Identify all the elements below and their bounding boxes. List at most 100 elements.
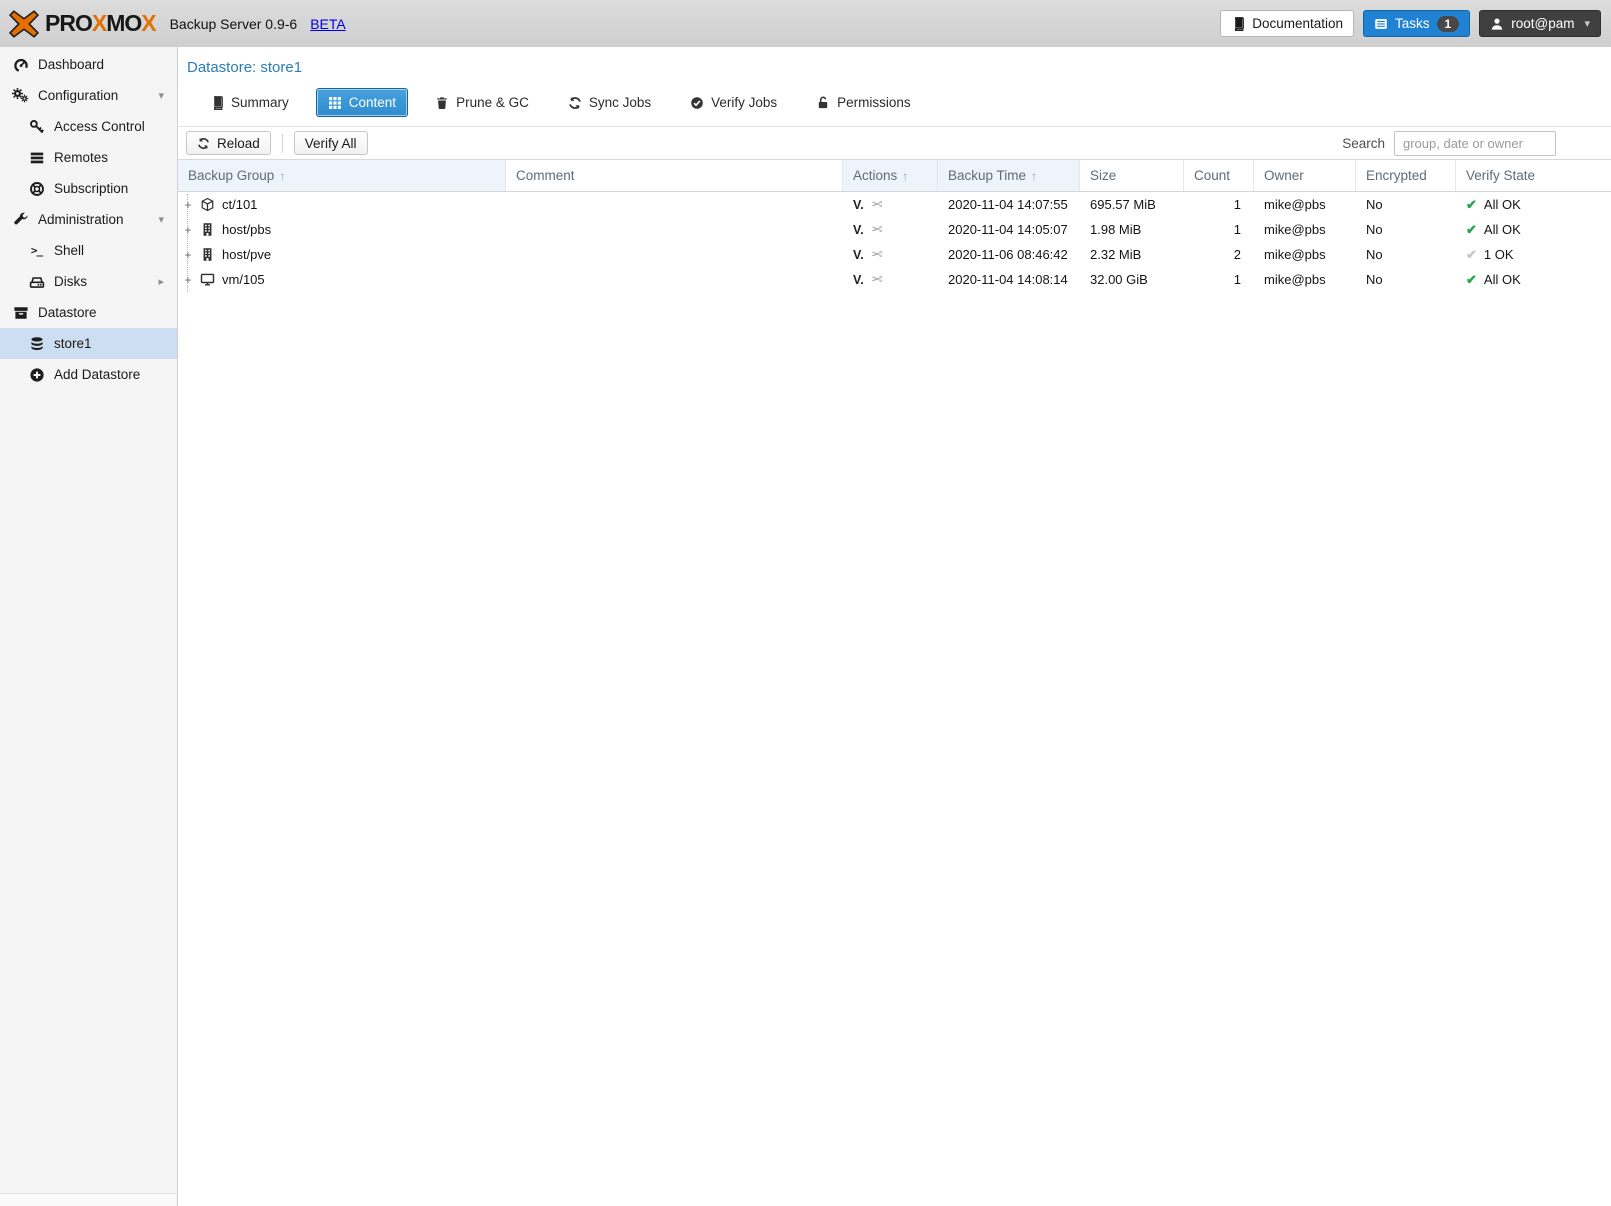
verify-action[interactable]: V. xyxy=(853,248,864,262)
beta-link[interactable]: BETA xyxy=(310,16,346,32)
column-header-count[interactable]: Count xyxy=(1184,160,1254,191)
tab-prune-gc[interactable]: Prune & GC xyxy=(423,88,541,117)
expand-icon[interactable]: + xyxy=(181,248,195,262)
table-row-host-pve[interactable]: + host/pve V. ✂ 2020-11-06 08:46:42 2.32… xyxy=(178,242,1611,267)
user-label: root@pam xyxy=(1511,16,1574,31)
prune-scissors-icon[interactable]: ✂ xyxy=(871,221,883,238)
wordmark-part: X xyxy=(141,10,155,36)
verify-all-button[interactable]: Verify All xyxy=(294,131,368,155)
datastore-panel-header: Datastore: store1 Summary Content Prune … xyxy=(178,47,1611,127)
sidebar-item-remotes[interactable]: Remotes xyxy=(0,142,177,173)
tab-summary[interactable]: Summary xyxy=(198,88,301,117)
reload-label: Reload xyxy=(217,136,260,151)
table-row-host-pbs[interactable]: + host/pbs V. ✂ 2020-11-04 14:05:07 1.98… xyxy=(178,217,1611,242)
sidebar-item-configuration[interactable]: Configuration ▾ xyxy=(0,80,177,111)
tab-label: Verify Jobs xyxy=(711,95,777,110)
prune-scissors-icon[interactable]: ✂ xyxy=(871,196,883,213)
tasks-button[interactable]: Tasks 1 xyxy=(1363,10,1470,37)
user-menu-button[interactable]: root@pam ▾ xyxy=(1479,10,1601,37)
sidebar-item-shell[interactable]: >_ Shell xyxy=(0,235,177,266)
book-icon xyxy=(1231,17,1245,31)
proxmox-wordmark: PROXMOX xyxy=(45,10,156,37)
check-icon: ✔ xyxy=(1466,247,1477,263)
encrypted-value: No xyxy=(1366,272,1383,287)
column-label: Comment xyxy=(516,168,575,183)
size-value: 695.57 MiB xyxy=(1090,197,1156,212)
backup-time: 2020-11-04 14:07:55 xyxy=(948,197,1068,212)
sidebar-item-administration[interactable]: Administration ▾ xyxy=(0,204,177,235)
table-row-vm-105[interactable]: + vm/105 V. ✂ 2020-11-04 14:08:14 32.00 … xyxy=(178,267,1611,292)
sidebar-item-disks[interactable]: Disks ▸ xyxy=(0,266,177,297)
prune-scissors-icon[interactable]: ✂ xyxy=(871,271,883,288)
verify-action[interactable]: V. xyxy=(853,223,864,237)
prune-scissors-icon[interactable]: ✂ xyxy=(871,246,883,263)
expand-icon[interactable]: + xyxy=(181,223,195,237)
owner-value: mike@pbs xyxy=(1264,272,1326,287)
tab-verify-jobs[interactable]: Verify Jobs xyxy=(678,88,789,117)
archive-box-icon xyxy=(12,305,29,321)
sidebar-item-store1[interactable]: store1 xyxy=(0,328,177,359)
verify-action[interactable]: V. xyxy=(853,198,864,212)
column-header-backup-group[interactable]: Backup Group ↑ xyxy=(178,160,506,191)
host-building-icon xyxy=(199,247,216,262)
sync-icon xyxy=(568,96,582,110)
expand-icon[interactable]: + xyxy=(181,198,195,212)
gears-icon xyxy=(12,87,29,104)
expand-icon[interactable]: + xyxy=(181,273,195,287)
key-icon xyxy=(28,119,45,135)
verify-action[interactable]: V. xyxy=(853,273,864,287)
sidebar-item-datastore[interactable]: Datastore xyxy=(0,297,177,328)
tasks-label: Tasks xyxy=(1395,16,1430,31)
table-row-ct-101[interactable]: + ct/101 V. ✂ 2020-11-04 14:07:55 695.57… xyxy=(178,192,1611,217)
column-header-backup-time[interactable]: Backup Time ↑ xyxy=(938,160,1080,191)
documentation-button[interactable]: Documentation xyxy=(1220,10,1354,37)
column-header-owner[interactable]: Owner xyxy=(1254,160,1356,191)
column-header-comment[interactable]: Comment xyxy=(506,160,843,191)
search-label: Search xyxy=(1342,136,1385,151)
trash-icon xyxy=(435,96,449,110)
sidebar-scrollbar-track[interactable] xyxy=(0,1193,176,1206)
size-value: 2.32 MiB xyxy=(1090,247,1141,262)
sidebar-item-label: Disks xyxy=(54,274,87,289)
top-bar: PROXMOX Backup Server 0.9-6 BETA Documen… xyxy=(0,0,1611,47)
sidebar-item-label: Add Datastore xyxy=(54,367,140,382)
tab-sync-jobs[interactable]: Sync Jobs xyxy=(556,88,663,117)
size-value: 1.98 MiB xyxy=(1090,222,1141,237)
tasks-count-badge: 1 xyxy=(1437,16,1460,32)
life-ring-icon xyxy=(28,181,45,197)
hard-disk-icon xyxy=(28,274,45,290)
sidebar-item-add-datastore[interactable]: Add Datastore xyxy=(0,359,177,390)
sidebar-item-subscription[interactable]: Subscription xyxy=(0,173,177,204)
column-header-size[interactable]: Size xyxy=(1080,160,1184,191)
column-header-encrypted[interactable]: Encrypted xyxy=(1356,160,1456,191)
tab-content[interactable]: Content xyxy=(316,88,408,117)
column-label: Encrypted xyxy=(1366,168,1427,183)
column-header-actions[interactable]: Actions ↑ xyxy=(843,160,938,191)
documentation-label: Documentation xyxy=(1252,16,1343,31)
chevron-down-icon[interactable]: ▾ xyxy=(158,89,164,102)
column-header-verify-state[interactable]: Verify State xyxy=(1456,160,1611,191)
terminal-icon: >_ xyxy=(28,244,45,257)
tab-label: Permissions xyxy=(837,95,911,110)
owner-value: mike@pbs xyxy=(1264,247,1326,262)
sidebar-item-access-control[interactable]: Access Control xyxy=(0,111,177,142)
verify-state: All OK xyxy=(1484,197,1521,212)
chevron-right-icon[interactable]: ▸ xyxy=(158,275,164,288)
reload-button[interactable]: Reload xyxy=(186,131,271,155)
search-input[interactable] xyxy=(1394,131,1556,156)
wordmark-part: PRO xyxy=(45,10,92,36)
product-subtitle: Backup Server 0.9-6 xyxy=(170,16,298,32)
column-label: Actions xyxy=(853,168,897,183)
server-bars-icon xyxy=(28,150,45,166)
backup-time: 2020-11-04 14:08:14 xyxy=(948,272,1068,287)
sidebar-item-dashboard[interactable]: Dashboard xyxy=(0,49,177,80)
wordmark-part: X xyxy=(92,10,106,36)
check-icon: ✔ xyxy=(1466,222,1477,238)
vm-monitor-icon xyxy=(199,272,216,287)
tab-permissions[interactable]: Permissions xyxy=(804,88,923,117)
toolbar-separator xyxy=(282,134,283,153)
chevron-down-icon[interactable]: ▾ xyxy=(158,213,164,226)
sidebar-nav: Dashboard Configuration ▾ Access Control… xyxy=(0,47,178,1206)
unlock-icon xyxy=(816,96,830,110)
dashboard-icon xyxy=(12,57,29,73)
